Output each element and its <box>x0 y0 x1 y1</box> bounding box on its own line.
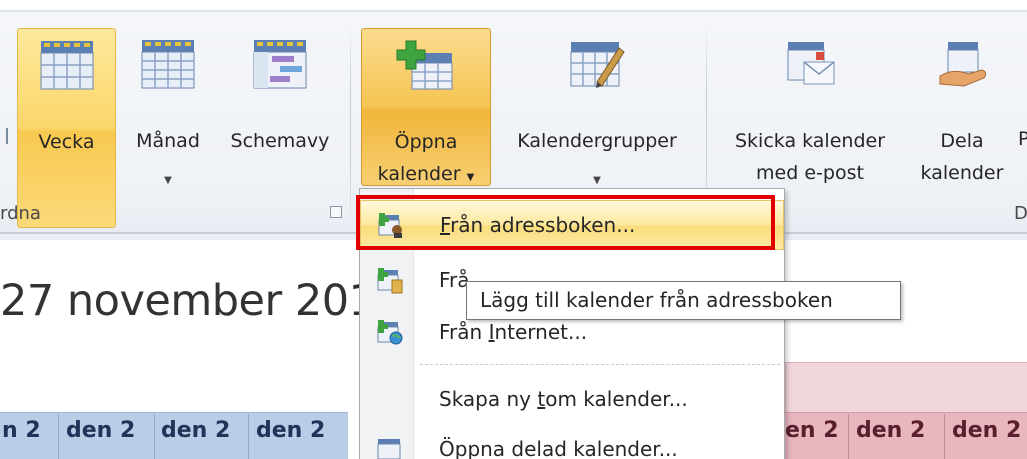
week-calendar-icon <box>39 39 95 98</box>
menu-item-label: Öppna delad kalender... <box>439 437 678 459</box>
open-calendar-label-line1: Öppna <box>394 131 458 153</box>
menu-item-text: nternet... <box>494 320 588 344</box>
group-label-arrange: rdna <box>0 203 41 224</box>
room-list-calendar-icon <box>376 266 404 299</box>
schedule-view-label: Schemavy <box>230 130 330 152</box>
day-header-cell[interactable]: en 2 <box>785 418 839 443</box>
menu-item-label: Frå <box>439 268 470 292</box>
share-calendar-icon <box>934 38 990 97</box>
menu-item-text: Från <box>439 320 489 344</box>
shared-calendar-icon <box>376 435 404 459</box>
calendar-groups-icon <box>567 38 627 97</box>
group-label-share-partial: D <box>1014 203 1027 224</box>
partial-button-left-edge[interactable] <box>0 118 14 158</box>
group-separator <box>350 30 351 228</box>
calendar-groups-label: Kalendergrupper <box>517 130 677 152</box>
share-calendar-label-line2: kalender <box>920 162 1004 184</box>
chevron-down-icon: ▼ <box>466 172 475 183</box>
menu-item-text: Frå <box>439 268 470 292</box>
day-header-cell[interactable]: n 2 <box>2 418 41 443</box>
open-calendar-label-text: kalender <box>377 163 461 185</box>
open-calendar-label-line2: kalender ▼ <box>362 161 490 191</box>
tooltip: Lägg till kalender från adressboken <box>466 281 901 320</box>
open-calendar-button[interactable]: Öppna kalender ▼ <box>361 28 491 186</box>
day-header-cell[interactable]: den 2 <box>66 418 135 443</box>
day-header-cell[interactable]: den 2 <box>161 418 230 443</box>
dialog-launcher-icon[interactable] <box>330 206 342 218</box>
menu-item-text: Öppna delad kalender... <box>439 437 678 459</box>
month-calendar-icon <box>140 38 196 97</box>
share-calendar-label-line1: Dela <box>940 130 984 152</box>
menu-separator <box>420 364 780 365</box>
email-calendar-icon <box>780 38 840 97</box>
day-header-separator <box>248 414 249 459</box>
ribbon-top-border <box>0 10 1027 12</box>
date-range-heading: 27 november 201 <box>0 276 376 326</box>
day-header-separator <box>944 414 945 459</box>
internet-calendar-icon <box>376 318 404 351</box>
day-header-separator <box>58 414 59 459</box>
day-header-separator <box>154 414 155 459</box>
menu-item-create-blank-calendar[interactable]: Skapa ny tom kalender... <box>360 375 784 425</box>
menu-item-label: Skapa ny tom kalender... <box>439 387 688 411</box>
menu-item-text: Skapa ny <box>439 387 538 411</box>
month-view-label: Månad <box>136 130 200 152</box>
month-view-button[interactable]: Månad ▼ <box>120 28 216 228</box>
day-header-cell[interactable]: den 2 <box>856 418 925 443</box>
week-view-label: Vecka <box>38 131 95 153</box>
menu-item-open-shared-calendar[interactable]: Öppna delad kalender... <box>360 425 784 459</box>
email-calendar-label-line2: med e-post <box>756 162 864 184</box>
partial-ribbon-button-label[interactable]: P <box>1018 128 1027 150</box>
add-calendar-icon <box>396 39 456 98</box>
shared-calendar-tab[interactable] <box>785 362 1027 414</box>
menu-item-text: om kalender... <box>545 387 688 411</box>
menu-item-label: Från Internet... <box>439 320 587 344</box>
day-header-cell[interactable]: den 2 <box>256 418 325 443</box>
schedule-view-button[interactable]: Schemavy <box>220 28 340 228</box>
chevron-down-icon: ▼ <box>164 175 172 186</box>
day-header-separator <box>848 414 849 459</box>
schedule-view-icon <box>252 38 308 97</box>
week-view-button[interactable]: Vecka <box>17 28 116 228</box>
email-calendar-label-line1: Skicka kalender <box>734 130 886 152</box>
share-calendar-button[interactable]: Dela kalender <box>910 28 1014 228</box>
day-header-cell[interactable]: den 2 <box>952 418 1021 443</box>
annotation-highlight-box <box>356 195 775 250</box>
